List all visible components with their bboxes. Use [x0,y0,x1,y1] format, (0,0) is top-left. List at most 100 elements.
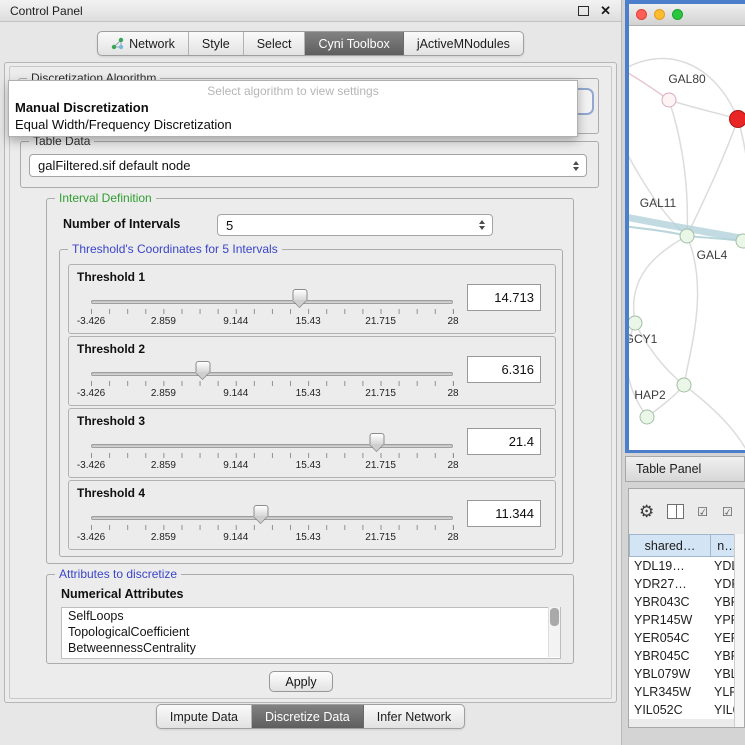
network-window-titlebar [629,4,745,26]
threshold-2-slider[interactable]: -3.4262.8599.14415.4321.71528 [91,337,453,405]
slider-ticks [91,525,454,530]
list-item[interactable]: BetweennessCentrality [62,640,560,656]
threshold-3-slider[interactable]: -3.4262.8599.14415.4321.71528 [91,409,453,477]
table-row[interactable]: YBR045CYBR0 [629,647,744,665]
dropdown-option-manual[interactable]: Manual Discretization [9,98,577,115]
close-icon[interactable]: ✕ [600,4,611,17]
close-traffic-light-icon[interactable] [636,9,647,20]
columns-icon[interactable] [667,504,684,519]
number-of-intervals-combobox[interactable]: 5 [217,214,493,236]
threshold-1-value-field[interactable]: 14.713 [467,284,541,311]
scrollbar-thumb[interactable] [550,608,559,626]
tick-label: 2.859 [151,388,176,399]
threshold-4-value-field[interactable]: 11.344 [467,500,541,527]
table-row[interactable]: YBL079WYBL0 [629,665,744,683]
table-row[interactable]: YIL052CYIL0 [629,701,744,719]
cell-shared-name: YPR145W [629,613,711,627]
slider-track[interactable] [91,300,453,304]
tick-label: 15.43 [296,316,321,327]
list-item[interactable]: TopologicalCoefficient [62,624,560,640]
tick-label: 21.715 [365,316,396,327]
table-data-combobox[interactable]: galFiltered.sif default node [29,154,587,177]
node-label: GAL11 [640,196,676,210]
tab-jactivemnodules[interactable]: jActiveMNodules [404,32,523,55]
slider-thumb[interactable] [254,505,269,523]
tick-label: -3.426 [77,532,105,543]
tick-label: 15.43 [296,388,321,399]
number-of-intervals-label: Number of Intervals [63,217,180,231]
tick-label: -3.426 [77,460,105,471]
float-window-icon[interactable] [578,6,589,16]
select-all-checkbox-icon[interactable]: ☑ [697,506,709,518]
tab-cyni-toolbox[interactable]: Cyni Toolbox [305,32,403,55]
table-row[interactable]: YDR27…YDR2 [629,575,744,593]
tick-label: 9.144 [223,388,248,399]
cell-shared-name: YDR27… [629,577,711,591]
threshold-4-slider[interactable]: -3.4262.8599.14415.4321.71528 [91,481,453,549]
bottom-tabs: Impute Data Discretize Data Infer Networ… [156,704,465,729]
dropdown-option-equal-width[interactable]: Equal Width/Frequency Discretization [9,115,577,132]
slider-thumb[interactable] [369,433,384,451]
tick-label: 28 [447,460,458,471]
cell-shared-name: YLR345W [629,685,711,699]
table-row[interactable]: YBR043CYBR0 [629,593,744,611]
tick-label: 21.715 [365,460,396,471]
tab-style[interactable]: Style [189,32,244,55]
gear-icon[interactable]: ⚙ [639,503,654,520]
threshold-1-slider[interactable]: -3.4262.8599.14415.4321.71528 [91,265,453,333]
combobox-value: 5 [226,218,233,233]
numerical-attributes-label: Numerical Attributes [61,587,183,601]
network-node[interactable] [677,378,692,393]
slider-scale-labels: -3.4262.8599.14415.4321.71528 [91,460,453,472]
tick-label: 2.859 [151,460,176,471]
slider-scale-labels: -3.4262.8599.14415.4321.71528 [91,532,453,544]
attributes-group: Attributes to discretize Numerical Attri… [46,574,574,664]
table-header-row: shared… n… [629,534,744,557]
tick-label: 28 [447,316,458,327]
combobox-value: galFiltered.sif default node [38,158,190,173]
tab-discretize-data[interactable]: Discretize Data [252,705,364,728]
slider-thumb[interactable] [292,289,307,307]
network-node[interactable] [680,229,695,244]
screen: Control Panel ✕ Network Style [0,0,745,745]
network-canvas[interactable]: GAL80GAL11GAL4GCY1HAP2 [629,26,745,450]
network-node[interactable] [640,410,655,425]
tab-label: Impute Data [170,710,238,724]
threshold-2-value-field[interactable]: 6.316 [467,356,541,383]
network-view-window: GAL80GAL11GAL4GCY1HAP2 [625,0,745,453]
table-row[interactable]: YDL19…YDL1 [629,557,744,575]
threshold-4-box: Threshold 4 -3.4262.8599.14415.4321.7152… [68,480,556,550]
table-row[interactable]: YER054CYER0 [629,629,744,647]
threshold-3-value-field[interactable]: 21.4 [467,428,541,455]
table-panel-header[interactable]: Table Panel [625,456,745,482]
minimize-traffic-light-icon[interactable] [654,9,665,20]
table-row[interactable]: YLR345WYLR3 [629,683,744,701]
cell-shared-name: YBR045C [629,649,711,663]
tick-label: 28 [447,388,458,399]
numerical-attributes-list[interactable]: SelfLoopsTopologicalCoefficientBetweenne… [61,607,561,659]
zoom-traffic-light-icon[interactable] [672,9,683,20]
slider-track[interactable] [91,444,453,448]
tab-network[interactable]: Network [98,32,189,55]
node-label: GAL80 [668,72,705,86]
slider-track[interactable] [91,516,453,520]
list-scrollbar[interactable] [548,607,560,657]
apply-button[interactable]: Apply [269,671,333,692]
network-node[interactable] [736,234,745,249]
column-header-shared-name[interactable]: shared… [629,534,711,557]
slider-thumb[interactable] [196,361,211,379]
tick-label: 2.859 [151,532,176,543]
slider-ticks [91,309,454,314]
network-node[interactable] [729,110,745,128]
select-none-checkbox-icon[interactable]: ☑ [722,506,734,518]
table-scrollbar[interactable] [734,534,744,727]
tab-select[interactable]: Select [244,32,306,55]
list-item[interactable]: SelfLoops [62,608,560,624]
slider-scale-labels: -3.4262.8599.14415.4321.71528 [91,388,453,400]
slider-track[interactable] [91,372,453,376]
network-node[interactable] [662,93,677,108]
tab-impute-data[interactable]: Impute Data [157,705,252,728]
table-row[interactable]: YPR145WYPR1 [629,611,744,629]
tab-infer-network[interactable]: Infer Network [364,705,464,728]
threshold-1-box: Threshold 1 -3.4262.8599.14415.4321.7152… [68,264,556,334]
